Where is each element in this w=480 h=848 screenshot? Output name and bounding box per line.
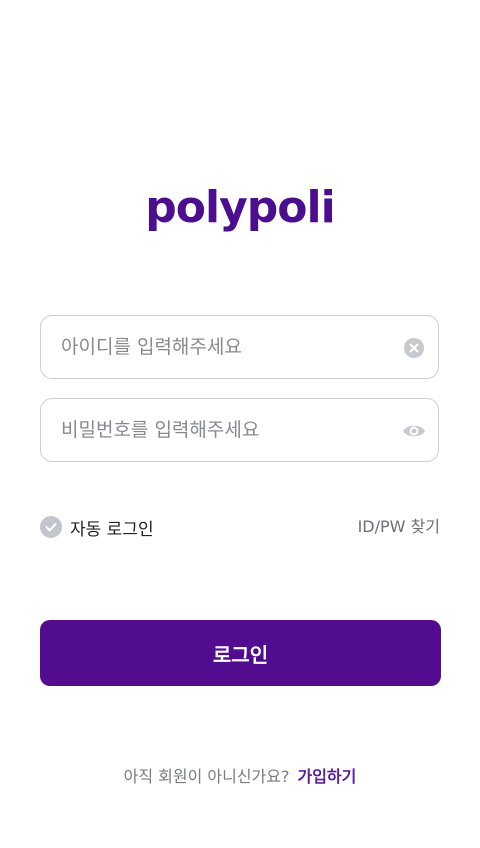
id-input[interactable] bbox=[61, 316, 391, 378]
auto-login-toggle[interactable]: 자동 로그인 bbox=[40, 515, 154, 540]
login-page: polypoli 자동 로그인 ID/PW 찾기 로그인 아직 회원 bbox=[0, 0, 480, 848]
signup-row: 아직 회원이 아니신가요? 가입하기 bbox=[0, 763, 480, 787]
id-field[interactable] bbox=[40, 315, 439, 379]
find-id-pw-link[interactable]: ID/PW 찾기 bbox=[358, 513, 440, 537]
signup-link[interactable]: 가입하기 bbox=[297, 767, 356, 786]
signup-prompt: 아직 회원이 아니신가요? bbox=[123, 767, 290, 786]
eye-icon[interactable] bbox=[402, 421, 426, 441]
password-field[interactable] bbox=[40, 398, 439, 462]
brand-logo: polypoli bbox=[145, 182, 335, 233]
check-circle-icon[interactable] bbox=[40, 516, 62, 538]
clear-icon[interactable] bbox=[404, 338, 424, 358]
auto-login-label: 자동 로그인 bbox=[70, 519, 154, 540]
login-button[interactable]: 로그인 bbox=[40, 620, 441, 686]
password-input[interactable] bbox=[61, 399, 391, 461]
